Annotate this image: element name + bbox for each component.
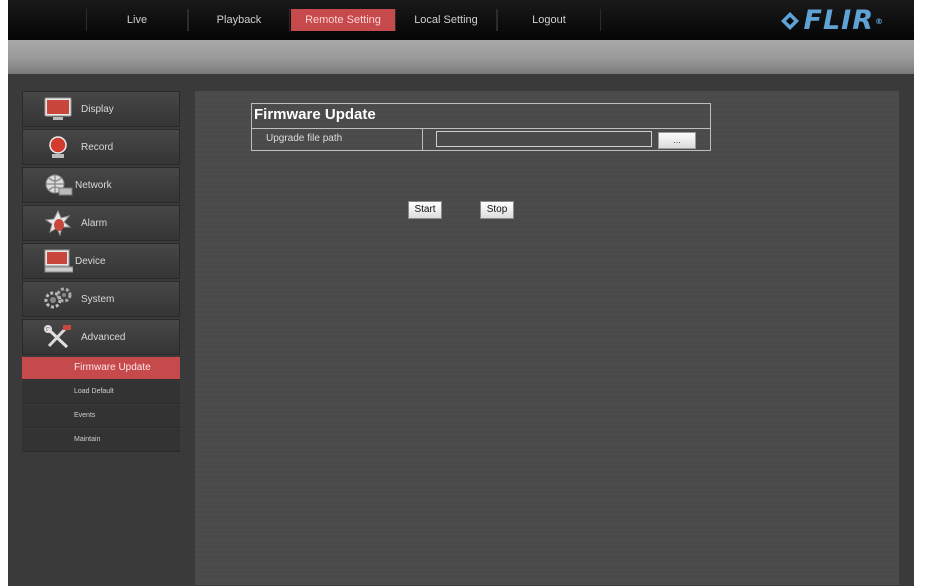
browse-button[interactable]: ...: [658, 132, 696, 149]
upgrade-path-input[interactable]: [436, 131, 652, 147]
logo-text: FLIR: [803, 5, 874, 36]
sidebar-item-advanced[interactable]: Advanced: [22, 319, 180, 355]
sidebar-item-label: Display: [81, 104, 114, 115]
sidebar-subitem-load-default[interactable]: Load Default: [22, 381, 180, 404]
sidebar-item-label: Advanced: [81, 332, 126, 343]
sidebar-subitem-maintain[interactable]: Maintain: [22, 429, 180, 452]
sidebar-item-system[interactable]: System: [22, 281, 180, 317]
tab-local-setting[interactable]: Local Setting: [395, 9, 497, 31]
tools-icon: [44, 325, 71, 349]
main-panel: Firmware Update Upgrade file path ... St…: [195, 91, 899, 585]
sidebar-item-label: Record: [81, 142, 114, 153]
tab-remote-setting[interactable]: Remote Setting: [291, 9, 395, 31]
app-window: Live Playback Remote Setting Local Setti…: [8, 0, 914, 586]
upgrade-path-row: Upgrade file path ...: [252, 128, 710, 151]
firmware-update-section: Firmware Update Upgrade file path ...: [251, 103, 711, 151]
tab-playback[interactable]: Playback: [188, 9, 290, 31]
sidebar-item-record[interactable]: Record: [22, 129, 180, 165]
sidebar-item-label: Network: [75, 180, 112, 191]
tab-live[interactable]: Live: [86, 9, 188, 31]
flir-diamond-icon: [780, 12, 799, 30]
sidebar-subitem-firmware-update[interactable]: Firmware Update: [22, 357, 180, 380]
start-button[interactable]: Start: [408, 201, 442, 219]
top-nav-bar: Live Playback Remote Setting Local Setti…: [8, 0, 914, 40]
page-title: Firmware Update: [254, 106, 376, 123]
sidebar-item-display[interactable]: Display: [22, 91, 180, 127]
upgrade-path-label: Upgrade file path: [266, 133, 343, 144]
gears-icon: [44, 287, 72, 309]
sidebar-item-label: Device: [75, 256, 106, 267]
sidebar-item-network[interactable]: Network: [22, 167, 180, 203]
sidebar: Display Record Network Alarm Device Syst…: [22, 91, 180, 452]
network-icon: [45, 174, 73, 196]
header-banner: [8, 40, 914, 74]
logo-registered-mark: ®: [875, 16, 884, 26]
sidebar-subitem-events[interactable]: Events: [22, 405, 180, 428]
sidebar-item-label: System: [81, 294, 115, 305]
alarm-icon: [44, 210, 72, 236]
flir-logo: FLIR ®: [780, 6, 885, 36]
sidebar-item-device[interactable]: Device: [22, 243, 180, 279]
row-divider: [422, 129, 423, 151]
tab-logout[interactable]: Logout: [497, 9, 601, 31]
record-icon: [49, 136, 67, 158]
monitor-icon: [44, 97, 72, 120]
sidebar-item-label: Alarm: [81, 218, 108, 229]
device-icon: [44, 249, 73, 273]
stop-button[interactable]: Stop: [480, 201, 514, 219]
sidebar-item-alarm[interactable]: Alarm: [22, 205, 180, 241]
